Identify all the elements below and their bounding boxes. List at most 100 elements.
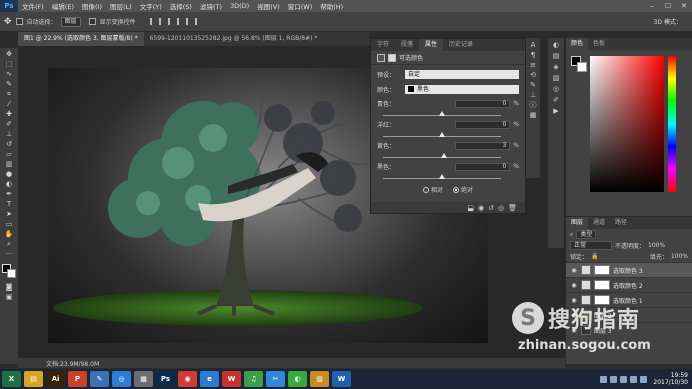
tray-icon[interactable] [620,375,628,383]
pen-tool-icon[interactable]: ✒ [3,190,15,199]
menu-layer[interactable]: 图层(L) [106,1,136,11]
magenta-track[interactable] [383,131,501,137]
menu-select[interactable]: 选择(S) [166,1,196,11]
visibility-icon[interactable]: ◎ [498,204,504,212]
lock-icon[interactable]: 🔒 [591,253,598,260]
opacity-value[interactable]: 100% [648,242,665,249]
styles-panel-icon[interactable]: ◈ [552,63,561,71]
view-previous-icon[interactable]: ◉ [478,204,484,212]
tab-history[interactable]: 历史记录 [443,39,479,51]
align-right-icon[interactable] [167,18,175,25]
colors-dropdown[interactable]: 黑色 [405,84,519,94]
background-color-swatch[interactable] [7,269,16,278]
menu-edit[interactable]: 编辑(E) [48,1,78,11]
actions-panel-icon[interactable]: ▶ [552,107,561,115]
cyan-track[interactable] [383,110,501,116]
history-brush-icon[interactable]: ↺ [3,140,15,149]
menu-type[interactable]: 文字(Y) [136,1,166,11]
adjustments-panel-icon[interactable]: ▤ [552,52,561,60]
cyan-thumb[interactable] [439,111,445,116]
align-left-icon[interactable] [149,18,157,25]
layer-mask-thumbnail[interactable] [594,265,610,275]
character-panel-icon[interactable]: A [529,41,538,49]
taskbar-clock[interactable]: 19:59 2017/10/30 [653,372,688,386]
reset-icon[interactable]: ↺ [488,204,494,212]
type-tool-icon[interactable]: T [3,200,15,209]
layer-mask-thumbnail[interactable] [594,280,610,290]
delete-icon[interactable]: 🗑 [508,204,517,212]
menu-3d[interactable]: 3D(D) [226,2,253,10]
network-icon[interactable] [630,375,638,383]
color-panel-background[interactable] [577,62,587,72]
tab-character[interactable]: 字符 [371,39,395,51]
taskbar-ie-icon[interactable]: e [200,371,219,387]
dodge-tool-icon[interactable]: ◐ [3,180,15,189]
quick-select-icon[interactable]: ✎ [3,80,15,89]
maximize-button[interactable]: ☐ [660,0,676,12]
healing-brush-icon[interactable]: ✚ [3,110,15,119]
move-tool-icon[interactable]: ✥ [3,50,15,59]
tab-paths[interactable]: 路径 [610,217,632,229]
menu-file[interactable]: 文件(F) [18,1,48,11]
taskbar-illustrator-icon[interactable]: Ai [46,371,65,387]
swatch-panel-icon[interactable]: ▦ [529,111,538,119]
menu-image[interactable]: 图像(I) [78,1,106,11]
absolute-radio[interactable]: 绝对 [453,185,473,194]
tab-swatches[interactable]: 色板 [588,38,610,50]
tray-icon[interactable] [600,375,608,383]
taskbar-media-icon[interactable]: ▦ [134,371,153,387]
auto-select-dropdown[interactable]: 图层 [60,16,81,27]
menu-help[interactable]: 帮助(H) [316,1,347,11]
layer-filter-dropdown[interactable]: 类型 [576,230,597,239]
properties-panel-icon[interactable]: ≡ [529,61,538,69]
align-center-icon[interactable] [158,18,166,25]
relative-radio[interactable]: 相对 [422,185,443,194]
history-panel-icon[interactable]: ⟲ [529,71,538,79]
taskbar-wps-folder-icon[interactable]: ▥ [310,371,329,387]
paragraph-panel-icon[interactable]: ¶ [529,51,538,59]
eyedropper-icon[interactable]: ⁄ [3,100,15,109]
taskbar-wps-icon[interactable]: W [222,371,241,387]
hand-tool-icon[interactable]: ✋ [3,230,15,239]
info-panel-icon[interactable]: ⓘ [529,101,538,109]
eraser-icon[interactable]: ▱ [3,150,15,159]
taskbar-photoshop-icon[interactable]: Ps [156,371,175,387]
magenta-value-field[interactable]: 0 [454,120,511,129]
yellow-track[interactable] [383,152,501,158]
more-tools-icon[interactable]: ··· [3,250,15,259]
mask-icon[interactable] [388,53,396,62]
taskbar-word-icon[interactable]: W [332,371,351,387]
auto-select-checkbox[interactable] [15,18,23,25]
gradient-tool-icon[interactable]: ▥ [3,160,15,169]
black-value-field[interactable]: 0 [454,162,511,171]
relative-radio-dot[interactable] [422,186,429,193]
adjustment-icon[interactable] [377,53,385,62]
screen-mode-icon[interactable]: ▣ [3,293,15,302]
black-thumb[interactable] [439,174,445,179]
tab-paragraph[interactable]: 段落 [395,39,419,51]
menu-window[interactable]: 窗口(W) [284,1,317,11]
magenta-thumb[interactable] [439,132,445,137]
fill-value[interactable]: 100% [671,253,688,260]
clone-stamp-icon[interactable]: ⊥ [3,130,15,139]
blend-mode-dropdown[interactable]: 正常 [570,241,612,250]
move-tool-icon[interactable]: ✥ [4,17,12,27]
lasso-tool-icon[interactable]: ∿ [3,70,15,79]
blur-tool-icon[interactable]: ● [3,170,15,179]
zoom-tool-icon[interactable]: ⌕ [3,240,15,249]
align-top-icon[interactable] [176,18,184,25]
quick-mask-icon[interactable]: ◙ [3,283,15,292]
hue-slider[interactable] [668,56,676,192]
brush-panel-icon[interactable]: ✎ [529,81,538,89]
show-transform-checkbox[interactable] [88,18,96,25]
taskbar-paint-icon[interactable]: ✎ [90,371,109,387]
paths-panel-icon[interactable]: ✐ [552,96,561,104]
align-middle-icon[interactable] [185,18,193,25]
taskbar-powerpoint-icon[interactable]: P [68,371,87,387]
channels-panel-icon[interactable]: ◎ [552,85,561,93]
tray-icon[interactable] [610,375,618,383]
taskbar-qq-music-icon[interactable]: ♫ [244,371,263,387]
align-bottom-icon[interactable] [194,18,202,25]
menu-filter[interactable]: 滤镜(T) [196,1,226,11]
layers-panel-icon[interactable]: ▧ [552,74,561,82]
